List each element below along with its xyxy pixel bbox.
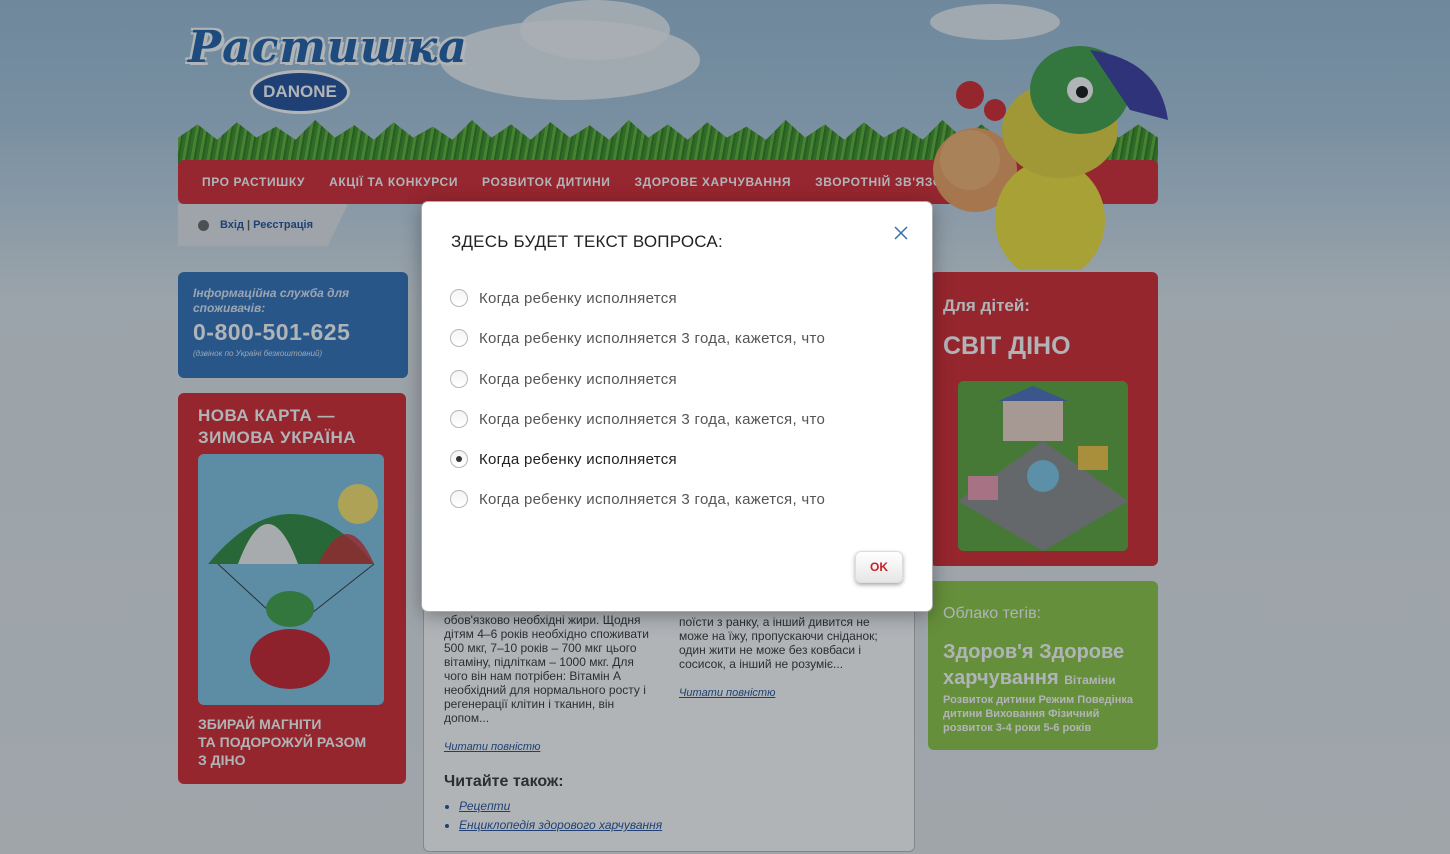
answer-radio[interactable] [450, 370, 468, 388]
answer-option-4[interactable]: Когда ребенку исполняется 3 года, кажетс… [450, 408, 825, 430]
answer-radio[interactable] [450, 289, 468, 307]
answer-option-2[interactable]: Когда ребенку исполняется 3 года, кажетс… [450, 327, 825, 349]
close-icon[interactable] [892, 224, 910, 242]
answer-option-1[interactable]: Когда ребенку исполняется [450, 287, 677, 309]
answer-label: Когда ребенку исполняется [479, 289, 677, 307]
answer-radio[interactable] [450, 410, 468, 428]
answer-option-3[interactable]: Когда ребенку исполняется [450, 368, 677, 390]
quiz-modal: ЗДЕСЬ БУДЕТ ТЕКСТ ВОПРОСА: Когда ребенку… [422, 202, 932, 611]
answer-radio-selected[interactable] [450, 450, 468, 468]
answer-radio[interactable] [450, 329, 468, 347]
answer-radio[interactable] [450, 490, 468, 508]
page: Растишка DANONE ПРО РАСТИШКУ АКЦІЇ ТА КО… [0, 0, 1450, 854]
ok-button[interactable]: OK [855, 551, 903, 583]
answer-label: Когда ребенку исполняется 3 года, кажетс… [479, 410, 826, 428]
answer-option-6[interactable]: Когда ребенку исполняется 3 года, кажетс… [450, 488, 825, 510]
answer-option-5[interactable]: Когда ребенку исполняется [450, 448, 677, 470]
answer-label: Когда ребенку исполняется 3 года, кажетс… [479, 490, 826, 508]
answer-label: Когда ребенку исполняется [479, 450, 677, 468]
quiz-question: ЗДЕСЬ БУДЕТ ТЕКСТ ВОПРОСА: [451, 232, 723, 251]
answer-label: Когда ребенку исполняется 3 года, кажетс… [479, 329, 826, 347]
answer-label: Когда ребенку исполняется [479, 370, 677, 388]
